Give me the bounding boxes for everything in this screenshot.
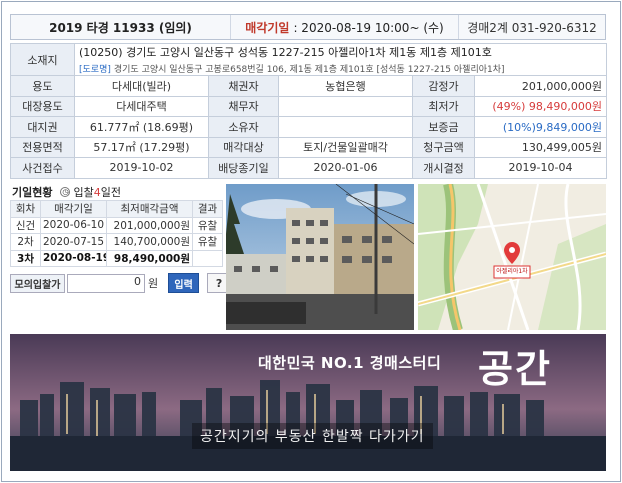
info-key: 채권자	[208, 75, 279, 97]
road-tag: [도로명]	[79, 65, 111, 75]
history-header: 회차	[10, 200, 41, 218]
info-row: 전용면적 57.17㎡ (17.29평) 매각대상 토지/건물일괄매각 청구금액…	[10, 136, 608, 158]
history-header: 매각기일	[40, 200, 107, 218]
address-road: [도로명] 경기도 고양시 일산동구 고봉로658번길 106, 제1동 제1층 …	[79, 62, 602, 75]
deposit-value: 9,849,000원	[535, 120, 603, 134]
days-left-post: 일전	[100, 186, 121, 199]
info-key: 대지권	[10, 116, 75, 138]
mock-bid-input[interactable]: 0	[67, 273, 145, 293]
banner-title: 대한민국 NO.1 경매스터디	[258, 354, 442, 372]
minimum-price: (49%) 98,490,000원	[473, 95, 608, 117]
appraisal-value: 201,000,000원	[473, 75, 608, 97]
mock-bid-label: 모의입찰가	[10, 273, 65, 293]
info-row: 사건접수 2019-10-02 배당종기일 2020-01-06 개시결정 20…	[10, 157, 608, 179]
round: 2차	[10, 233, 41, 251]
date: 2020-06-10	[40, 216, 107, 234]
date: 2020-08-19	[40, 249, 107, 267]
info-value: 57.17㎡ (17.29평)	[74, 136, 209, 158]
table-row: 3차 2020-08-19 98,490,000원	[10, 249, 223, 267]
info-value: 농협은행	[278, 75, 413, 97]
banner-slogan: 공간지기의 부동산 한발짝 다가가기	[192, 423, 433, 449]
road-address: 경기도 고양시 일산동구 고봉로658번길 106, 제1동 제1층 제101호…	[113, 65, 505, 75]
days-left-pre: 입찰	[73, 186, 94, 199]
history-title-text: 기일현황	[12, 186, 53, 199]
days-left-count: 4	[93, 185, 101, 199]
mock-bid: 모의입찰가 0 원 입력 ?	[10, 273, 232, 293]
deposit-pct: (10%)	[502, 120, 536, 134]
price: 201,000,000원	[106, 216, 193, 234]
info-value	[278, 116, 413, 138]
address-cell: (10250) 경기도 고양시 일산동구 성석동 1227-215 아젤리아1차…	[73, 43, 608, 76]
info-row: 대지권 61.777㎡ (18.69평) 소유자 보증금 (10%)9,849,…	[10, 116, 608, 138]
mock-bid-unit: 원	[148, 277, 159, 290]
table-row: 신건 2020-06-10 201,000,000원 유찰	[10, 216, 223, 234]
info-row: 용도 다세대(빌라) 채권자 농협은행 감정가 201,000,000원	[10, 75, 608, 97]
history-header: 최저매각금액	[106, 200, 193, 218]
info-key: 개시결정	[412, 157, 475, 179]
info-key: 감정가	[412, 75, 475, 97]
round: 신건	[10, 216, 41, 234]
info-value: 2019-10-04	[473, 157, 608, 179]
info-value	[278, 95, 413, 117]
court-contact: 경매2계 031-920-6312	[467, 20, 597, 35]
info-key: 배당종기일	[208, 157, 279, 179]
info-value: 토지/건물일괄매각	[278, 136, 413, 158]
result	[192, 249, 223, 267]
property-photo[interactable]	[226, 184, 414, 330]
submit-bid-button[interactable]: 입력	[168, 273, 200, 293]
promo-banner[interactable]: 대한민국 NO.1 경매스터디 공간 공간지기의 부동산 한발짝 다가가기	[10, 334, 606, 471]
auction-date-label: 매각기일	[245, 20, 290, 35]
info-key: 전용면적	[10, 136, 75, 158]
price: 140,700,000원	[106, 233, 193, 251]
minimum-value: 98,490,000원	[528, 100, 603, 114]
round: 3차	[10, 249, 41, 267]
address-label: 소재지	[10, 43, 75, 76]
info-key: 용도	[10, 75, 75, 97]
claim-amount: 130,499,005원	[473, 136, 608, 158]
property-info-table: 소재지 (10250) 경기도 고양시 일산동구 성석동 1227-215 아젤…	[10, 43, 608, 179]
info-value: 2020-01-06	[278, 157, 413, 179]
address-main: (10250) 경기도 고양시 일산동구 성석동 1227-215 아젤리아1차…	[79, 46, 492, 59]
case-number: 2019 타경 11933 (임의)	[11, 15, 231, 39]
result: 유찰	[192, 216, 223, 234]
minimum-pct: (49%)	[492, 100, 526, 114]
result: 유찰	[192, 233, 223, 251]
info-value: 다세대(빌라)	[74, 75, 209, 97]
info-key: 보증금	[412, 116, 475, 138]
info-key: 청구금액	[412, 136, 475, 158]
info-key: 사건접수	[10, 157, 75, 179]
price: 98,490,000원	[106, 249, 193, 267]
date: 2020-07-15	[40, 233, 107, 251]
map-marker-label: 아젤리아1차	[496, 268, 528, 275]
case-header: 2019 타경 11933 (임의) 매각기일 : 2020-08-19 10:…	[10, 14, 606, 40]
info-value: 2019-10-02	[74, 157, 209, 179]
deposit: (10%)9,849,000원	[473, 116, 608, 138]
info-value: 다세대주택	[74, 95, 209, 117]
history-table: 회차 매각기일 최저매각금액 결과 신건 2020-06-10 201,000,…	[10, 200, 223, 267]
history-title: 기일현황 ◷ 입찰 4 일전	[12, 184, 121, 200]
auction-date: 매각기일 : 2020-08-19 10:00~ (수)	[231, 15, 459, 39]
location-map[interactable]: 아젤리아1차	[418, 184, 606, 330]
info-key: 채무자	[208, 95, 279, 117]
info-row: 대장용도 다세대주택 채무자 최저가 (49%) 98,490,000원	[10, 95, 608, 117]
info-key: 대장용도	[10, 95, 75, 117]
clock-icon: ◷	[60, 187, 71, 197]
table-row: 2차 2020-07-15 140,700,000원 유찰	[10, 233, 223, 251]
auction-date-value: : 2020-08-19 10:00~ (수)	[293, 20, 444, 35]
info-key: 최저가	[412, 95, 475, 117]
info-key: 소유자	[208, 116, 279, 138]
banner-brand: 공간	[478, 347, 552, 391]
history-header: 결과	[192, 200, 223, 218]
info-value: 61.777㎡ (18.69평)	[74, 116, 209, 138]
days-left: ◷ 입찰 4 일전	[60, 184, 121, 200]
info-key: 매각대상	[208, 136, 279, 158]
